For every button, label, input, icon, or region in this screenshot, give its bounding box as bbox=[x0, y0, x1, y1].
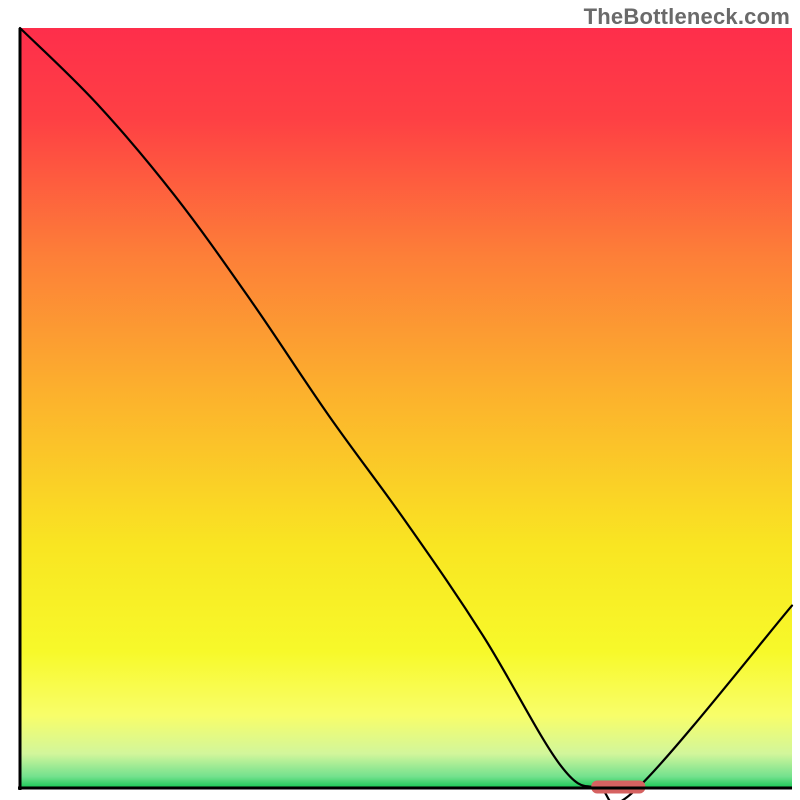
chart-container: TheBottleneck.com bbox=[0, 0, 800, 800]
plot-background bbox=[20, 28, 792, 788]
watermark-text: TheBottleneck.com bbox=[584, 4, 790, 30]
bottleneck-chart bbox=[0, 0, 800, 800]
